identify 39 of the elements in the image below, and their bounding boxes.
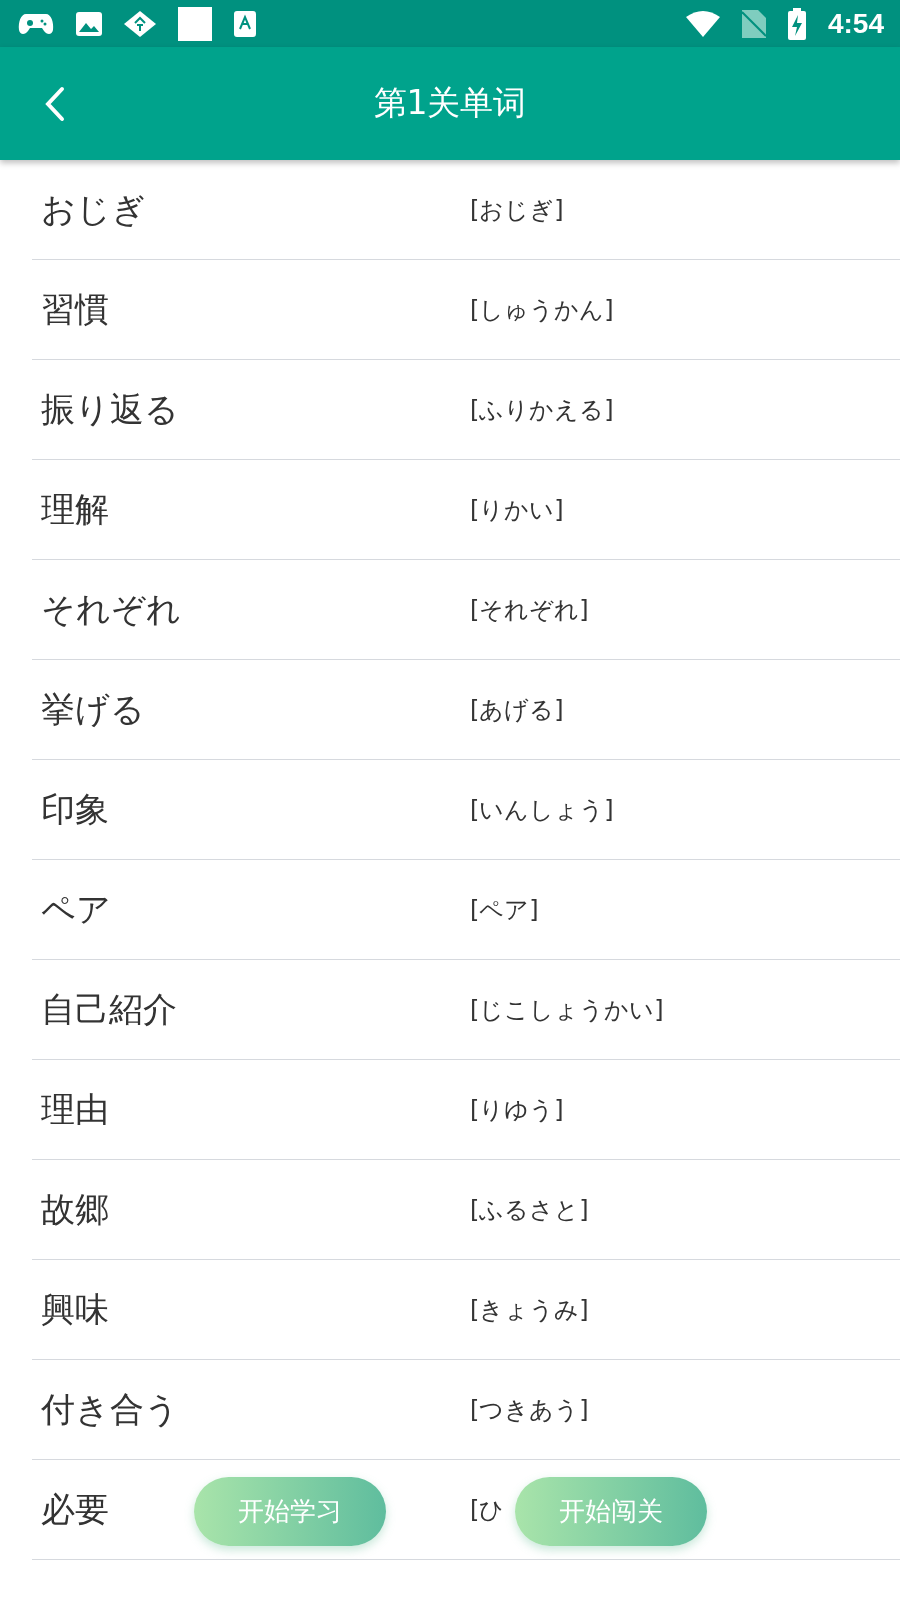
reading-text: [ペア] [470, 894, 539, 926]
reading-text: [しゅうかん] [470, 294, 614, 326]
reading-text: [つきあう] [470, 1394, 589, 1426]
word-text: 習慣 [41, 287, 109, 331]
word-text: 興味 [41, 1287, 109, 1331]
reading-text: [いんしょう] [470, 794, 614, 826]
start-study-button[interactable]: 开始学习 [194, 1477, 386, 1546]
reading-text: [ふりかえる] [470, 394, 614, 426]
reading-text: [おじぎ] [470, 194, 564, 226]
word-text: 必要 [41, 1487, 109, 1531]
reading-text: [りかい] [470, 494, 564, 526]
word-text: ペア [41, 887, 111, 931]
reading-text: [ふるさと] [470, 1194, 589, 1226]
word-text: 挙げる [41, 687, 145, 731]
word-text: 自己紹介 [41, 987, 177, 1031]
chevron-left-icon [44, 85, 66, 122]
square-icon [178, 6, 212, 41]
status-time: 4:54 [827, 7, 884, 40]
start-challenge-button[interactable]: 开始闯关 [515, 1477, 707, 1546]
page-title: 第1关单词 [373, 82, 527, 124]
reading-text: [それぞれ] [470, 594, 589, 626]
word-text: 付き合う [41, 1387, 179, 1431]
word-text: それぞれ [41, 587, 181, 631]
word-text: 故郷 [41, 1187, 109, 1231]
reading-text: [じこしょうかい] [470, 994, 664, 1026]
reading-text: [きょうみ] [470, 1294, 589, 1326]
wifi-icon [685, 10, 720, 37]
word-text: おじぎ [41, 187, 146, 231]
reading-text: [あげる] [470, 694, 564, 726]
reading-text: [りゆう] [470, 1094, 564, 1126]
word-text: 理解 [41, 487, 109, 531]
gamepad-icon [18, 11, 54, 36]
word-text: 理由 [41, 1087, 109, 1131]
no-sim-icon [741, 9, 766, 38]
word-text: 振り返る [41, 387, 179, 431]
battery-charging-icon [787, 7, 806, 40]
word-text: 印象 [41, 787, 109, 831]
image-icon [76, 11, 102, 36]
reading-text: [ひ [470, 1494, 505, 1526]
